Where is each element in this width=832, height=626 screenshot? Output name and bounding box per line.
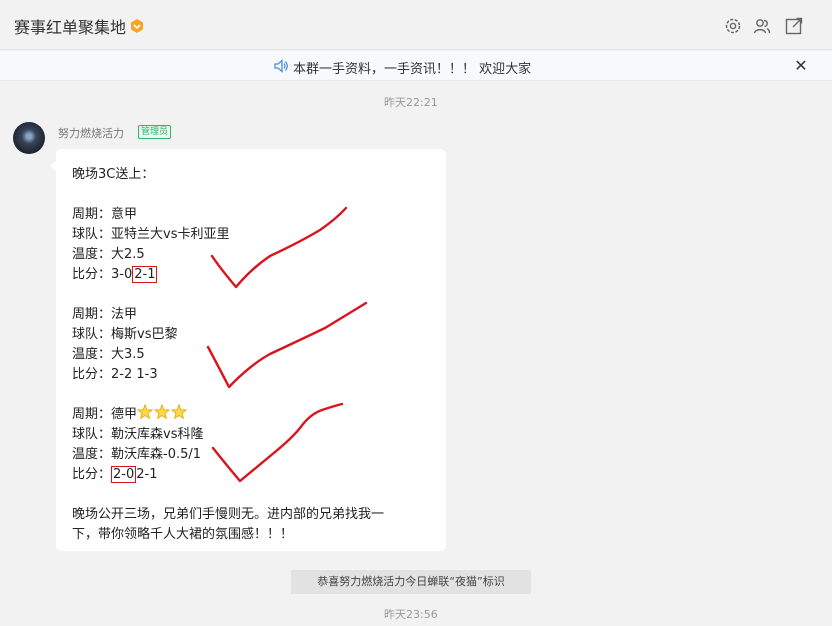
timestamp: 昨天22:21 bbox=[384, 96, 438, 109]
sender-name[interactable]: 努力燃烧活力 bbox=[58, 125, 124, 141]
match3-score-suffix: 2-1 bbox=[136, 467, 158, 482]
star-icon bbox=[170, 403, 188, 420]
share-icon[interactable] bbox=[784, 16, 804, 36]
admin-badge: 管理员 bbox=[138, 125, 172, 139]
match3-temp: 温度：勒沃库森-0.5/1 bbox=[72, 447, 202, 462]
speaker-icon bbox=[274, 59, 288, 73]
match2-temp: 温度：大3.5 bbox=[72, 347, 145, 362]
gear-icon[interactable] bbox=[723, 16, 743, 36]
chat-header: 赛事红单聚集地 bbox=[0, 0, 832, 50]
message-outro-1: 晚场公开三场，兄弟们手慢则无。进内部的兄弟找我一 bbox=[72, 507, 385, 522]
match3-teams: 球队：勒沃库森vs科隆 bbox=[72, 427, 204, 442]
close-icon[interactable]: ✕ bbox=[792, 56, 810, 76]
match3-period: 周期：德甲 bbox=[72, 407, 138, 422]
avatar[interactable] bbox=[13, 122, 45, 154]
timestamp-2: 昨天23:56 bbox=[384, 608, 438, 621]
match1-teams: 球队：亚特兰大vs卡利亚里 bbox=[72, 227, 230, 242]
announcement-text: 本群一手资料，一手资讯！！！ 欢迎大家 bbox=[293, 62, 532, 77]
match1-period: 周期：意甲 bbox=[72, 207, 138, 222]
match1-score-prefix: 比分：3-0 bbox=[72, 267, 133, 282]
star-rating bbox=[136, 403, 188, 424]
match2-teams: 球队：梅斯vs巴黎 bbox=[72, 327, 178, 342]
system-notification: 恭喜努力燃烧活力今日蝉联“夜猫”标识 bbox=[291, 570, 531, 594]
message-outro-2: 下，带你领略千人大裙的氛围感！！！ bbox=[72, 527, 294, 542]
match3-score-prefix: 比分： bbox=[72, 467, 112, 482]
announcement-bar: 本群一手资料，一手资讯！！！ 欢迎大家 ✕ bbox=[0, 51, 832, 81]
match1-score: 比分：3-0 2-1 bbox=[72, 263, 158, 283]
match3-score: 比分： 2-0 2-1 bbox=[72, 463, 158, 483]
members-icon[interactable] bbox=[752, 16, 772, 36]
hexagon-badge-icon bbox=[131, 19, 143, 33]
group-title: 赛事红单聚集地 bbox=[14, 18, 127, 37]
message-intro: 晚场3C送上： bbox=[72, 167, 155, 182]
match3-period-line: 周期：德甲 bbox=[72, 403, 188, 424]
star-icon bbox=[153, 403, 171, 420]
match2-score: 比分：2-2 1-3 bbox=[72, 367, 158, 382]
match1-temp: 温度：大2.5 bbox=[72, 247, 145, 262]
star-icon bbox=[136, 403, 154, 420]
match2-period: 周期：法甲 bbox=[72, 307, 138, 322]
match3-score-highlight: 2-0 bbox=[111, 466, 137, 483]
match1-score-highlight: 2-1 bbox=[132, 266, 158, 283]
